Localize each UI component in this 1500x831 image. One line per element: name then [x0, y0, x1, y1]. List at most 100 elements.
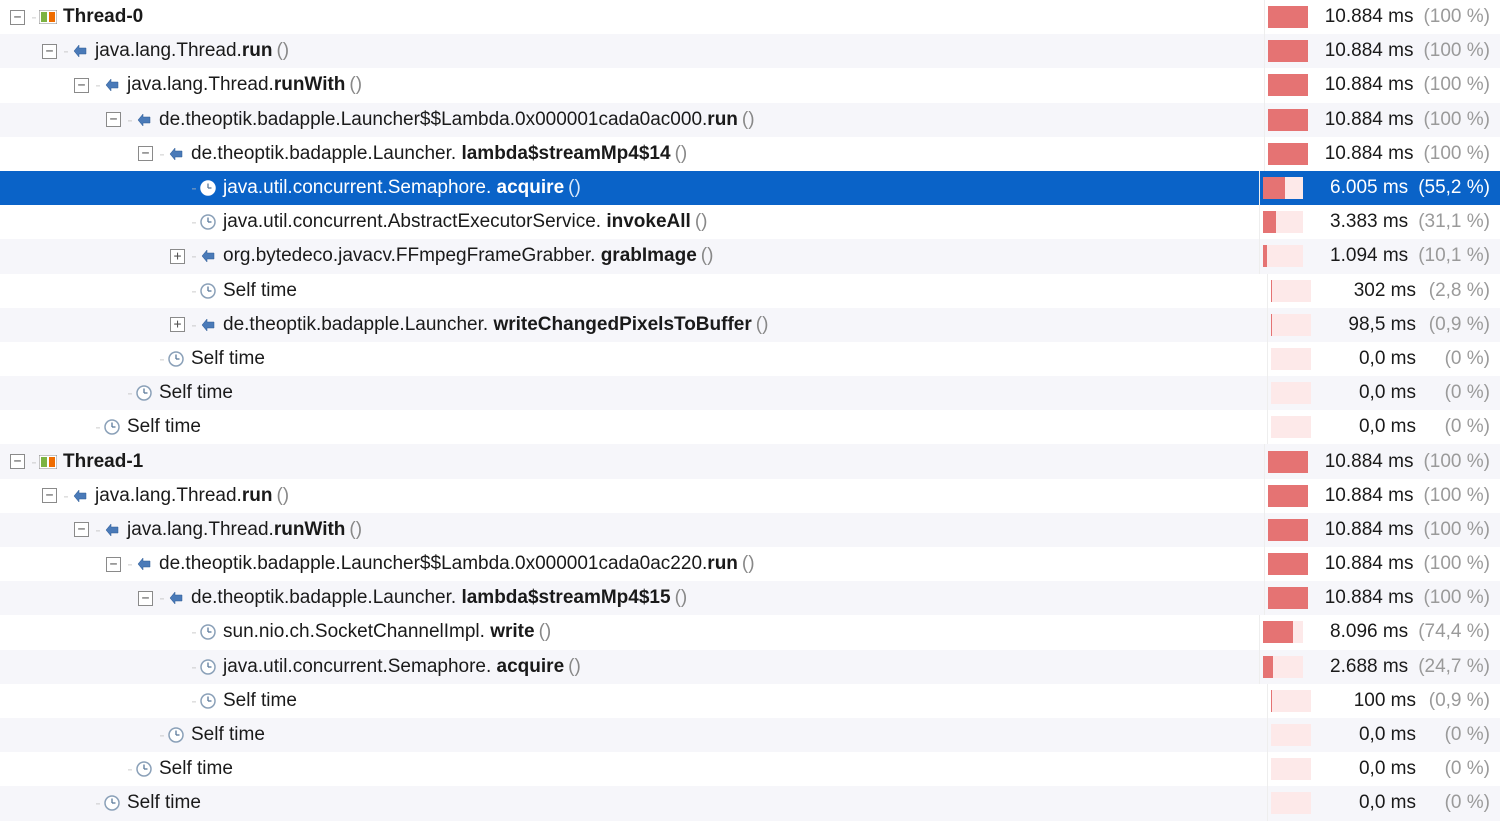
method-icon — [103, 76, 121, 94]
tree-row[interactable]: ·· java.util.concurrent.Semaphore. acquir… — [0, 650, 1500, 684]
tree-connector: ·· — [31, 10, 35, 24]
time-value: 2.688 ms — [1306, 656, 1418, 678]
tree-row[interactable]: −··de.theoptik.badapple.Launcher. lambda… — [0, 581, 1500, 615]
tree-row[interactable]: ··sun.nio.ch.SocketChannelImpl. write()8… — [0, 615, 1500, 649]
node-label: Self time — [159, 758, 233, 780]
time-value: 10.884 ms — [1311, 587, 1423, 609]
tree-row[interactable]: ··Self time0,0 ms(0 %) — [0, 752, 1500, 786]
node-label: Self time — [223, 280, 297, 302]
toggle-placeholder — [138, 351, 153, 366]
tree-row[interactable]: −··de.theoptik.badapple.Launcher. lambda… — [0, 137, 1500, 171]
time-value: 0,0 ms — [1314, 758, 1426, 780]
method-args: () — [539, 621, 552, 643]
time-value: 10.884 ms — [1311, 143, 1423, 165]
time-value: 3.383 ms — [1306, 211, 1418, 233]
node-label: java.util.concurrent.Semaphore. acquire — [223, 656, 564, 678]
collapse-toggle[interactable]: − — [106, 112, 121, 127]
percent-bar — [1264, 581, 1311, 615]
tree-cell: −··de.theoptik.badapple.Launcher. lambda… — [0, 143, 1264, 165]
time-value: 0,0 ms — [1314, 416, 1426, 438]
collapse-toggle[interactable]: − — [106, 557, 121, 572]
tree-row[interactable]: −··Thread-010.884 ms(100 %) — [0, 0, 1500, 34]
collapse-toggle[interactable]: − — [42, 488, 57, 503]
collapse-toggle[interactable]: − — [138, 146, 153, 161]
time-value: 10.884 ms — [1311, 553, 1423, 575]
time-value: 0,0 ms — [1314, 348, 1426, 370]
toggle-placeholder — [106, 762, 121, 777]
collapse-toggle[interactable]: − — [42, 44, 57, 59]
time-value: 10.884 ms — [1311, 40, 1423, 62]
tree-row[interactable]: −··de.theoptik.badapple.Launcher$$Lambda… — [0, 547, 1500, 581]
node-label: java.lang.Thread.run — [95, 40, 272, 62]
tree-cell: −··java.lang.Thread.run() — [0, 40, 1264, 62]
percent-bar — [1264, 0, 1311, 34]
tree-connector: ·· — [191, 660, 195, 674]
collapse-toggle[interactable]: − — [10, 454, 25, 469]
time-value: 10.884 ms — [1311, 519, 1423, 541]
tree-row[interactable]: ··java.util.concurrent.Semaphore. acquir… — [0, 171, 1500, 205]
profiler-tree[interactable]: −··Thread-010.884 ms(100 %)−··java.lang.… — [0, 0, 1500, 821]
tree-row[interactable]: ·· java.util.concurrent.AbstractExecutorS… — [0, 205, 1500, 239]
collapse-toggle[interactable]: − — [74, 78, 89, 93]
toggle-placeholder — [170, 215, 185, 230]
percent-value: (24,7 %) — [1418, 656, 1500, 678]
tree-row[interactable]: ··Self time0,0 ms(0 %) — [0, 376, 1500, 410]
tree-row[interactable]: ··Self time0,0 ms(0 %) — [0, 786, 1500, 820]
tree-row[interactable]: −··java.lang.Thread.run()10.884 ms(100 %… — [0, 34, 1500, 68]
tree-connector: ·· — [127, 386, 131, 400]
method-args: () — [695, 211, 708, 233]
tree-cell: ··Self time — [0, 792, 1267, 814]
time-value: 10.884 ms — [1311, 451, 1423, 473]
node-label: Self time — [191, 724, 265, 746]
percent-value: (100 %) — [1423, 451, 1500, 473]
node-label: java.lang.Thread.runWith — [127, 519, 345, 541]
collapse-toggle[interactable]: − — [74, 522, 89, 537]
tree-row[interactable]: −··java.lang.Thread.runWith()10.884 ms(1… — [0, 513, 1500, 547]
tree-connector: ·· — [31, 455, 35, 469]
tree-connector: ·· — [127, 557, 131, 571]
method-args: () — [701, 245, 714, 267]
tree-row[interactable]: ··Self time0,0 ms(0 %) — [0, 342, 1500, 376]
time-value: 10.884 ms — [1311, 109, 1423, 131]
tree-row[interactable]: −··de.theoptik.badapple.Launcher$$Lambda… — [0, 103, 1500, 137]
percent-bar — [1264, 513, 1311, 547]
expand-toggle[interactable]: + — [170, 317, 185, 332]
percent-bar — [1267, 376, 1314, 410]
tree-row[interactable]: ··Self time0,0 ms(0 %) — [0, 410, 1500, 444]
tree-connector: ·· — [191, 215, 195, 229]
toggle-placeholder — [170, 693, 185, 708]
node-label: java.util.concurrent.AbstractExecutorSer… — [223, 211, 691, 233]
percent-value: (0,9 %) — [1426, 314, 1500, 336]
tree-connector: ·· — [191, 625, 195, 639]
method-args: () — [349, 519, 362, 541]
tree-connector: ·· — [191, 249, 195, 263]
clock-icon — [199, 179, 217, 197]
collapse-toggle[interactable]: − — [10, 10, 25, 25]
collapse-toggle[interactable]: − — [138, 591, 153, 606]
percent-value: (0,9 %) — [1426, 690, 1500, 712]
tree-row[interactable]: −··Thread-1 10.884 ms(100 %) — [0, 444, 1500, 478]
node-label: Self time — [159, 382, 233, 404]
clock-icon — [135, 760, 153, 778]
tree-row[interactable]: −··java.lang.Thread.runWith()10.884 ms(1… — [0, 68, 1500, 102]
tree-cell: +··de.theoptik.badapple.Launcher. writeC… — [0, 314, 1267, 336]
time-value: 8.096 ms — [1306, 621, 1418, 643]
tree-row[interactable]: +··de.theoptik.badapple.Launcher. writeC… — [0, 308, 1500, 342]
percent-bar — [1267, 684, 1314, 718]
node-label: java.lang.Thread.runWith — [127, 74, 345, 96]
tree-cell: ·· java.util.concurrent.Semaphore. acquir… — [0, 656, 1259, 678]
tree-row[interactable]: ··Self time0,0 ms(0 %) — [0, 718, 1500, 752]
time-value: 1.094 ms — [1306, 245, 1418, 267]
method-args: () — [349, 74, 362, 96]
expand-toggle[interactable]: + — [170, 249, 185, 264]
percent-value: (100 %) — [1423, 485, 1500, 507]
clock-icon — [199, 213, 217, 231]
tree-row[interactable]: −··java.lang.Thread.run()10.884 ms(100 %… — [0, 479, 1500, 513]
tree-cell: ··Self time — [0, 348, 1267, 370]
tree-row[interactable]: +··org.bytedeco.javacv.FFmpegFrameGrabbe… — [0, 239, 1500, 273]
tree-row[interactable]: ··Self time100 ms(0,9 %) — [0, 684, 1500, 718]
thread-icon — [39, 8, 57, 26]
tree-cell: −··Thread-1 — [0, 451, 1264, 473]
tree-row[interactable]: ··Self time302 ms(2,8 %) — [0, 274, 1500, 308]
method-icon — [167, 589, 185, 607]
